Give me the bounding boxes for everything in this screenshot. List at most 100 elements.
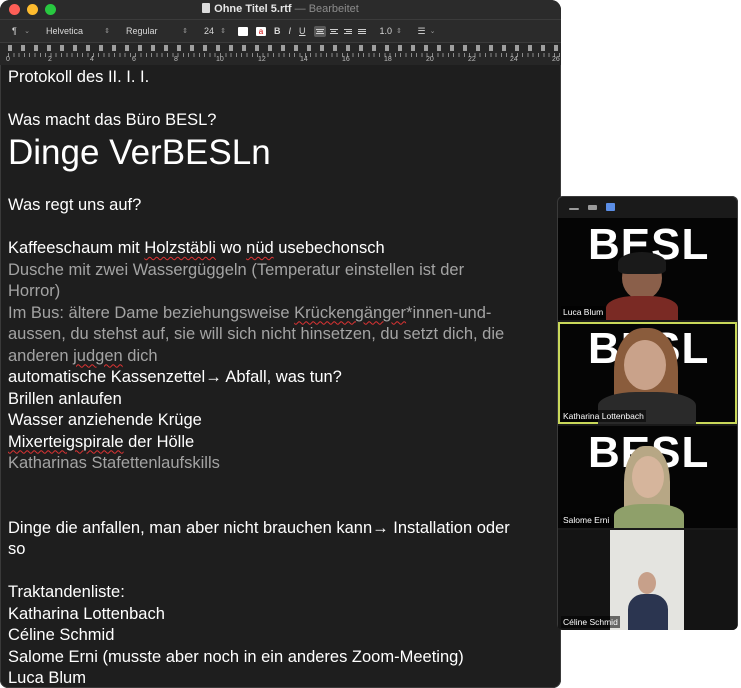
- document-line[interactable]: Salome Erni (musste aber noch in ein and…: [8, 647, 553, 669]
- paragraph-style-select[interactable]: ¶ ⌄: [8, 25, 34, 38]
- align-justify-button[interactable]: [356, 26, 368, 37]
- chevron-down-icon: ⌄: [429, 28, 436, 35]
- ruler-mark: 20: [426, 56, 434, 63]
- chevron-updown-icon: ⇕: [396, 28, 402, 35]
- participant-video: [632, 456, 664, 498]
- textedit-window: Ohne Titel 5.rtf — Bearbeitet ¶ ⌄ Helveti…: [0, 0, 561, 688]
- participant-tile[interactable]: BESL Salome Erni: [558, 426, 737, 528]
- document-line[interactable]: Traktandenliste:: [8, 582, 553, 604]
- align-center-button[interactable]: [328, 26, 340, 37]
- document-line[interactable]: Wasser anziehende Krüge: [8, 410, 553, 432]
- list-select[interactable]: ☰ ⌄: [414, 25, 440, 38]
- title-bar: Ohne Titel 5.rtf — Bearbeitet: [0, 0, 561, 20]
- window-title: Ohne Titel 5.rtf — Bearbeitet: [0, 3, 561, 15]
- document-line[interactable]: [8, 174, 553, 196]
- document-line[interactable]: Dinge VerBESLn: [8, 132, 553, 174]
- document-line[interactable]: Horror): [8, 281, 553, 303]
- participant-video: [624, 340, 666, 390]
- document-line[interactable]: Dusche mit zwei Wassergüggeln (Temperatu…: [8, 260, 553, 282]
- ruler-mark: 22: [468, 56, 476, 63]
- participant-body: [628, 594, 668, 630]
- document-line[interactable]: Brillen anlaufen: [8, 389, 553, 411]
- font-size-label: 24: [204, 26, 215, 36]
- document-line[interactable]: [8, 496, 553, 518]
- ruler-mark: 0: [6, 56, 10, 63]
- document-line[interactable]: anderen judgen dich: [8, 346, 553, 368]
- ruler-mark: 12: [258, 56, 266, 63]
- tab-stops: [8, 45, 561, 51]
- participant-body: [606, 296, 678, 320]
- participant-tile[interactable]: Céline Schmid: [558, 530, 737, 630]
- ruler-mark: 4: [90, 56, 94, 63]
- highlight-color-swatch[interactable]: a: [256, 26, 266, 36]
- document-line[interactable]: Was macht das Büro BESL?: [8, 110, 553, 132]
- bold-button[interactable]: B: [274, 26, 281, 36]
- document-body[interactable]: Protokoll des II. I. I. Was macht das Bür…: [0, 65, 561, 688]
- window-title-text: Ohne Titel 5.rtf: [214, 3, 292, 15]
- document-line[interactable]: Mixerteigspirale der Hölle: [8, 432, 553, 454]
- ruler-mark: 18: [384, 56, 392, 63]
- gallery-view-icon[interactable]: [606, 203, 615, 211]
- document-line[interactable]: Céline Schmid: [8, 625, 553, 647]
- document-line[interactable]: Protokoll des II. I. I.: [8, 67, 553, 89]
- participant-tile-active[interactable]: BESL Katharina Lottenbach: [558, 322, 737, 424]
- participant-face: [638, 572, 656, 594]
- align-right-button[interactable]: [342, 26, 354, 37]
- font-family-select[interactable]: Helvetica ⇕: [42, 25, 114, 38]
- paragraph-style-label: ¶: [12, 26, 17, 36]
- format-toolbar: ¶ ⌄ Helvetica ⇕ Regular ⇕ 24 ⇕ a B I U 1.0 ⇕ …: [0, 20, 561, 43]
- ruler-marks: 0 2 4 6 8 10 12 14 16 18 20 22 24 26: [6, 56, 561, 64]
- document-line[interactable]: aussen, du stehst auf, sie will sich nic…: [8, 324, 553, 346]
- document-line[interactable]: Katharina Lottenbach: [8, 604, 553, 626]
- alignment-group: [313, 25, 368, 37]
- document-line[interactable]: [8, 475, 553, 497]
- list-icon: ☰: [417, 25, 426, 36]
- font-style-select[interactable]: Regular ⇕: [122, 25, 192, 38]
- minimize-icon[interactable]: [569, 208, 579, 210]
- participant-name: Céline Schmid: [561, 616, 620, 628]
- ruler-mark: 10: [216, 56, 224, 63]
- document-line[interactable]: Katharinas Stafettenlaufskills: [8, 453, 553, 475]
- zoom-panel-header: [557, 196, 738, 218]
- chevron-updown-icon: ⇕: [220, 28, 226, 35]
- underline-button[interactable]: U: [299, 26, 306, 36]
- ruler-mark: 6: [132, 56, 136, 63]
- participant-name: Katharina Lottenbach: [561, 410, 646, 422]
- document-icon: [202, 3, 211, 13]
- document-line[interactable]: Kaffeeschaum mit Holzstäbli wo nüd usebe…: [8, 238, 553, 260]
- document-line[interactable]: Was regt uns auf?: [8, 195, 553, 217]
- chevron-down-icon: ⌄: [24, 28, 30, 35]
- speaker-view-icon[interactable]: [588, 205, 597, 210]
- participant-name: Salome Erni: [561, 514, 612, 526]
- document-line[interactable]: [8, 217, 553, 239]
- align-left-button[interactable]: [313, 25, 326, 37]
- participant-name: Luca Blum: [561, 306, 606, 318]
- headphones: [618, 252, 666, 274]
- document-line[interactable]: Luca Blum: [8, 668, 553, 688]
- font-size-select[interactable]: 24 ⇕: [200, 25, 230, 38]
- font-family-label: Helvetica: [46, 26, 84, 36]
- document-line[interactable]: Dinge die anfallen, man aber nicht brauc…: [8, 518, 553, 540]
- document-line[interactable]: [8, 561, 553, 583]
- ruler[interactable]: 0 2 4 6 8 10 12 14 16 18 20 22 24 26: [0, 43, 561, 65]
- font-style-label: Regular: [126, 26, 158, 36]
- ruler-mark: 24: [510, 56, 518, 63]
- text-color-swatch[interactable]: [238, 26, 248, 36]
- document-line[interactable]: Im Bus: ältere Dame beziehungsweise Krüc…: [8, 303, 553, 325]
- participant-tile[interactable]: BESL Luca Blum: [558, 218, 737, 320]
- ruler-mark: 16: [342, 56, 350, 63]
- participant-body: [614, 504, 684, 528]
- ruler-mark: 2: [48, 56, 52, 63]
- zoom-gallery-panel: BESL Luca Blum BESL Katharina Lottenbach…: [557, 196, 738, 630]
- chevron-updown-icon: ⇕: [104, 28, 110, 35]
- document-line[interactable]: [8, 89, 553, 111]
- document-line[interactable]: so: [8, 539, 553, 561]
- ruler-mark: 14: [300, 56, 308, 63]
- edited-status: — Bearbeitet: [294, 3, 359, 15]
- line-spacing-label: 1.0: [379, 26, 393, 36]
- document-line[interactable]: automatische Kassenzettel→ Abfall, was t…: [8, 367, 553, 389]
- italic-button[interactable]: I: [289, 26, 292, 36]
- ruler-mark: 26: [552, 56, 560, 63]
- chevron-updown-icon: ⇕: [182, 28, 188, 35]
- line-spacing-select[interactable]: 1.0 ⇕: [376, 25, 406, 38]
